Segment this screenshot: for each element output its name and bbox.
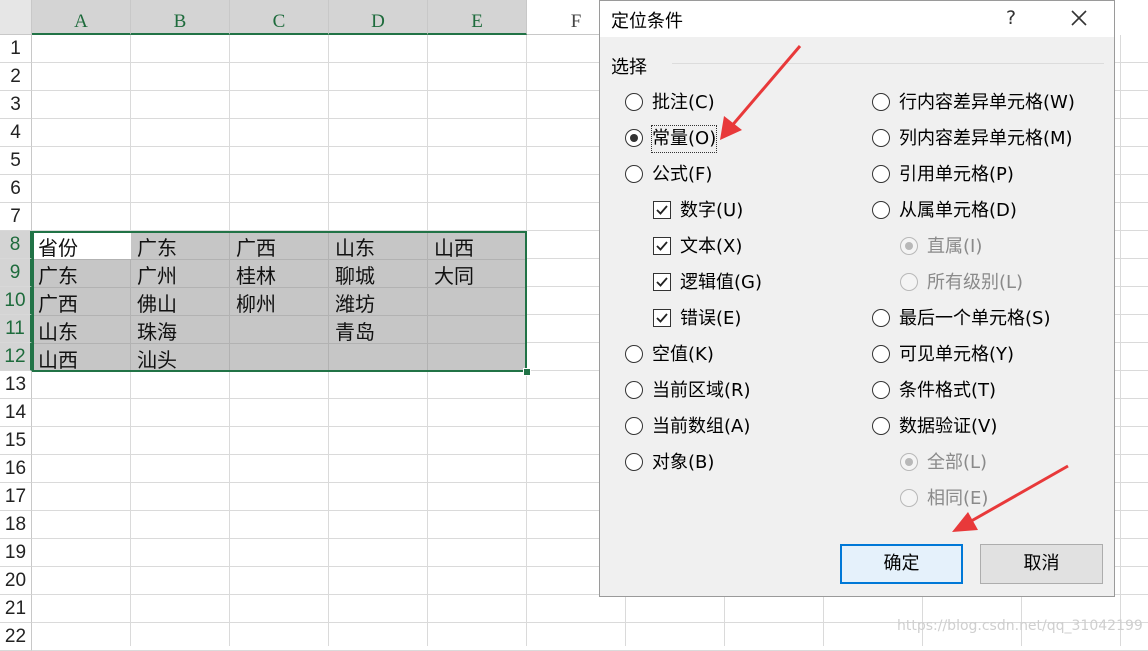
watermark: https://blog.csdn.net/qq_31042199 — [897, 618, 1143, 634]
arrow-to-constants — [720, 45, 802, 140]
arrow-to-ok — [952, 464, 1069, 532]
annotation-arrows — [720, 45, 1069, 532]
